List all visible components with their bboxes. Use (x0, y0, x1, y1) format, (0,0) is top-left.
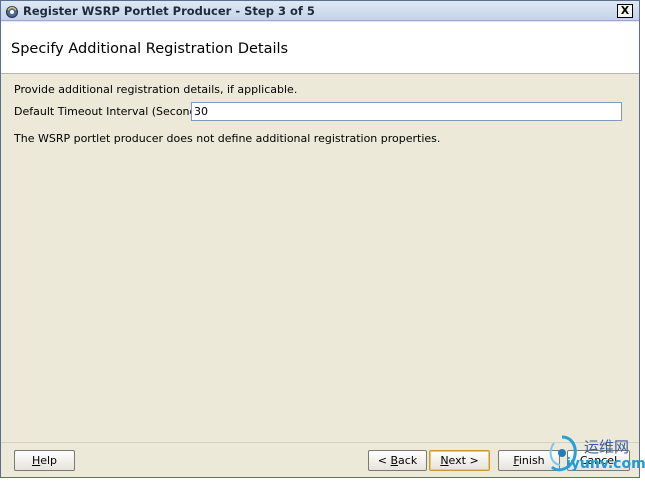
page-title: Specify Additional Registration Details (11, 41, 289, 57)
step-header: Specify Additional Registration Details (1, 22, 639, 74)
registration-note: The WSRP portlet producer does not defin… (14, 132, 441, 145)
timeout-label: Default Timeout Interval (Seconds): (14, 105, 211, 118)
intro-text: Provide additional registration details,… (14, 83, 298, 96)
close-button[interactable]: X (617, 4, 633, 18)
background-strip (640, 0, 645, 481)
wizard-dialog: Register WSRP Portlet Producer - Step 3 … (0, 0, 640, 478)
app-icon (6, 6, 18, 18)
timeout-input[interactable] (191, 102, 622, 121)
back-button[interactable]: < Back (368, 450, 427, 471)
footer-divider (1, 442, 639, 443)
finish-button[interactable]: Finish (498, 450, 560, 471)
cancel-button[interactable]: Cancel (567, 450, 630, 471)
next-button[interactable]: Next > (429, 450, 490, 471)
title-bar[interactable]: Register WSRP Portlet Producer - Step 3 … (1, 1, 639, 21)
help-button[interactable]: Help (14, 450, 75, 471)
window-title: Register WSRP Portlet Producer - Step 3 … (23, 4, 315, 18)
